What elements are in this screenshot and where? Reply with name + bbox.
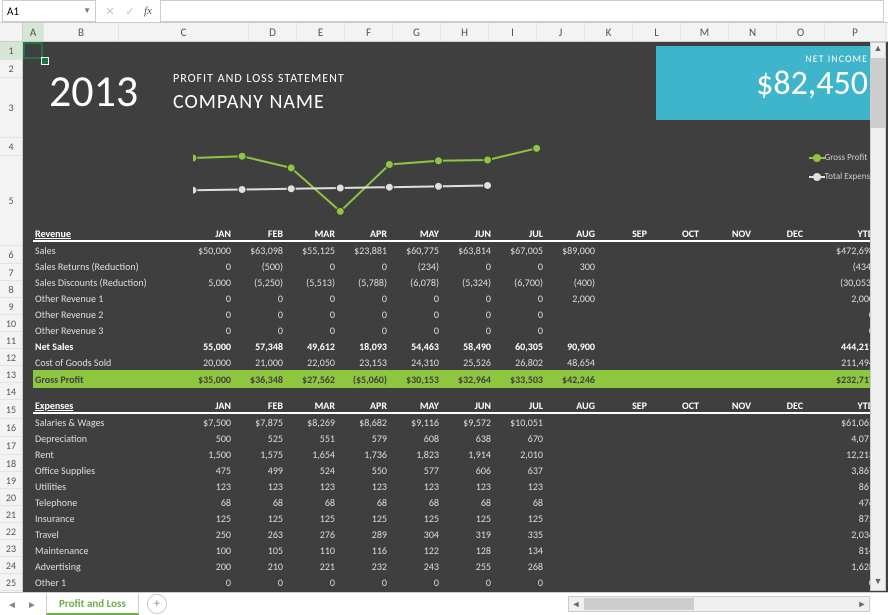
column-header[interactable]: E bbox=[297, 23, 345, 41]
fx-icon[interactable]: fx bbox=[144, 5, 152, 17]
vertical-scrollbar[interactable]: ▲ ▼ bbox=[870, 42, 886, 591]
hscroll-thumb[interactable] bbox=[584, 598, 694, 610]
table-row[interactable]: Insurance125125125125125125125875 bbox=[33, 510, 878, 526]
table-row[interactable]: Gross Profit$35,000$36,348$27,562($5,060… bbox=[33, 370, 878, 388]
scroll-thumb[interactable] bbox=[871, 58, 885, 128]
expenses-table: ExpensesJANFEBMARAPRMAYJUNJULAUGSEPOCTNO… bbox=[33, 396, 878, 590]
table-row[interactable]: Office Supplies4754995245505776066373,86… bbox=[33, 462, 878, 478]
legend-gross-profit: Gross Profit bbox=[825, 152, 868, 163]
table-row[interactable]: Cost of Goods Sold20,00021,00022,05023,1… bbox=[33, 354, 878, 370]
table-row[interactable]: Salaries & Wages$7,500$7,875$8,269$8,682… bbox=[33, 414, 878, 430]
table-row[interactable]: Other Revenue 300000000 bbox=[33, 322, 878, 338]
name-box[interactable]: A1 ▼ bbox=[2, 0, 96, 22]
accept-formula-icon: ✓ bbox=[120, 1, 140, 21]
column-header[interactable]: H bbox=[441, 23, 489, 41]
row-header[interactable]: 8 bbox=[0, 281, 22, 298]
row-header[interactable]: 7 bbox=[0, 264, 22, 281]
column-header[interactable]: P bbox=[825, 23, 886, 41]
row-header[interactable]: 9 bbox=[0, 298, 22, 315]
column-header[interactable]: G bbox=[393, 23, 441, 41]
scroll-up-icon[interactable]: ▲ bbox=[871, 43, 885, 57]
table-row[interactable]: Telephone68686868686868476 bbox=[33, 494, 878, 510]
row-header[interactable]: 11 bbox=[0, 332, 22, 349]
table-row[interactable]: Maintenance100105110116122128134814 bbox=[33, 542, 878, 558]
select-all-triangle[interactable] bbox=[0, 23, 23, 41]
report-year: 2013 bbox=[49, 64, 138, 118]
column-header[interactable]: F bbox=[345, 23, 393, 41]
profit-chart bbox=[193, 138, 733, 218]
row-header[interactable]: 14 bbox=[0, 383, 22, 400]
column-header[interactable]: N bbox=[729, 23, 777, 41]
row-header-column: 1234567891011121314151617181920212223242… bbox=[0, 42, 23, 594]
row-header[interactable]: 24 bbox=[0, 557, 22, 574]
row-header[interactable]: 19 bbox=[0, 472, 22, 489]
chart-legend: Gross Profit Total Expenses bbox=[809, 152, 878, 190]
scroll-down-icon[interactable]: ▼ bbox=[871, 576, 885, 590]
sheet-tab-active[interactable]: Profit and Loss bbox=[46, 594, 139, 615]
sheet-tab-strip: ◄ ► Profit and Loss + ◄ ► bbox=[0, 592, 888, 615]
fill-handle[interactable] bbox=[41, 57, 49, 65]
scroll-right-icon[interactable]: ► bbox=[855, 599, 869, 610]
formula-bar: A1 ▼ ✕ ✓ fx bbox=[0, 0, 888, 23]
company-name: COMPANY NAME bbox=[173, 90, 325, 114]
row-header[interactable]: 5 bbox=[0, 156, 22, 246]
table-row[interactable]: Other Revenue 200000000 bbox=[33, 306, 878, 322]
tab-nav-prev-icon[interactable]: ◄ bbox=[4, 596, 20, 612]
row-header[interactable]: 6 bbox=[0, 246, 22, 264]
column-header[interactable]: L bbox=[633, 23, 681, 41]
net-income-value: $82,450 bbox=[670, 63, 868, 104]
scroll-left-icon[interactable]: ◄ bbox=[569, 599, 583, 610]
table-row[interactable]: Other Revenue 100000002,0002,000 bbox=[33, 290, 878, 306]
row-header[interactable]: 16 bbox=[0, 419, 22, 437]
row-header[interactable]: 22 bbox=[0, 523, 22, 540]
column-header[interactable]: M bbox=[681, 23, 729, 41]
row-header[interactable]: 18 bbox=[0, 455, 22, 472]
row-header[interactable]: 15 bbox=[0, 400, 22, 419]
row-header[interactable]: 21 bbox=[0, 506, 22, 523]
table-row[interactable]: Sales Discounts (Reduction)5,000(5,250)(… bbox=[33, 274, 878, 290]
column-header[interactable]: A bbox=[23, 23, 44, 41]
row-header[interactable]: 20 bbox=[0, 489, 22, 506]
column-header[interactable]: B bbox=[44, 23, 119, 41]
column-header[interactable]: D bbox=[249, 23, 297, 41]
column-header[interactable]: C bbox=[119, 23, 249, 41]
table-row[interactable]: Advertising2002102212322432552681,628 bbox=[33, 558, 878, 574]
table-row[interactable]: Utilities123123123123123123123861 bbox=[33, 478, 878, 494]
net-income-card: NET INCOME $82,450 bbox=[656, 46, 882, 120]
row-header[interactable]: 13 bbox=[0, 366, 22, 383]
report-subtitle: PROFIT AND LOSS STATEMENT bbox=[173, 72, 345, 86]
cell-reference: A1 bbox=[7, 5, 19, 18]
column-header[interactable]: K bbox=[585, 23, 633, 41]
row-header[interactable]: 2 bbox=[0, 60, 22, 78]
column-header[interactable]: J bbox=[537, 23, 585, 41]
worksheet[interactable]: 2013 PROFIT AND LOSS STATEMENT COMPANY N… bbox=[23, 42, 888, 594]
add-sheet-icon[interactable]: + bbox=[147, 594, 167, 614]
row-header[interactable]: 17 bbox=[0, 437, 22, 455]
horizontal-scrollbar[interactable]: ◄ ► bbox=[568, 596, 870, 612]
row-header[interactable]: 10 bbox=[0, 315, 22, 332]
cancel-formula-icon: ✕ bbox=[100, 1, 120, 21]
column-header[interactable]: I bbox=[489, 23, 537, 41]
table-row[interactable]: Travel2502632762893043193352,036 bbox=[33, 526, 878, 542]
row-header[interactable]: 25 bbox=[0, 574, 22, 591]
table-row[interactable]: Other 100000000 bbox=[33, 574, 878, 590]
row-header[interactable]: 12 bbox=[0, 349, 22, 366]
table-row[interactable]: Sales Returns (Reduction)0(500)00(234)00… bbox=[33, 258, 878, 274]
table-row[interactable]: Rent1,5001,5751,6541,7361,8231,9142,0101… bbox=[33, 446, 878, 462]
row-header[interactable]: 1 bbox=[0, 42, 22, 60]
revenue-table: RevenueJANFEBMARAPRMAYJUNJULAUGSEPOCTNOV… bbox=[33, 224, 878, 388]
row-header[interactable]: 3 bbox=[0, 78, 22, 138]
tab-nav-next-icon[interactable]: ► bbox=[24, 596, 40, 612]
chevron-down-icon[interactable]: ▼ bbox=[83, 6, 91, 16]
row-header[interactable]: 23 bbox=[0, 540, 22, 557]
row-header[interactable]: 4 bbox=[0, 138, 22, 156]
table-row[interactable]: Depreciation5005255515796086386704,071 bbox=[33, 430, 878, 446]
column-header[interactable]: O bbox=[777, 23, 825, 41]
table-row[interactable]: Sales$50,000$63,098$55,125$23,881$60,775… bbox=[33, 242, 878, 258]
table-row[interactable]: Net Sales55,00057,34849,61218,09354,4635… bbox=[33, 338, 878, 354]
formula-input[interactable] bbox=[160, 0, 884, 22]
column-header-row: ABCDEFGHIJKLMNOP bbox=[0, 23, 888, 42]
